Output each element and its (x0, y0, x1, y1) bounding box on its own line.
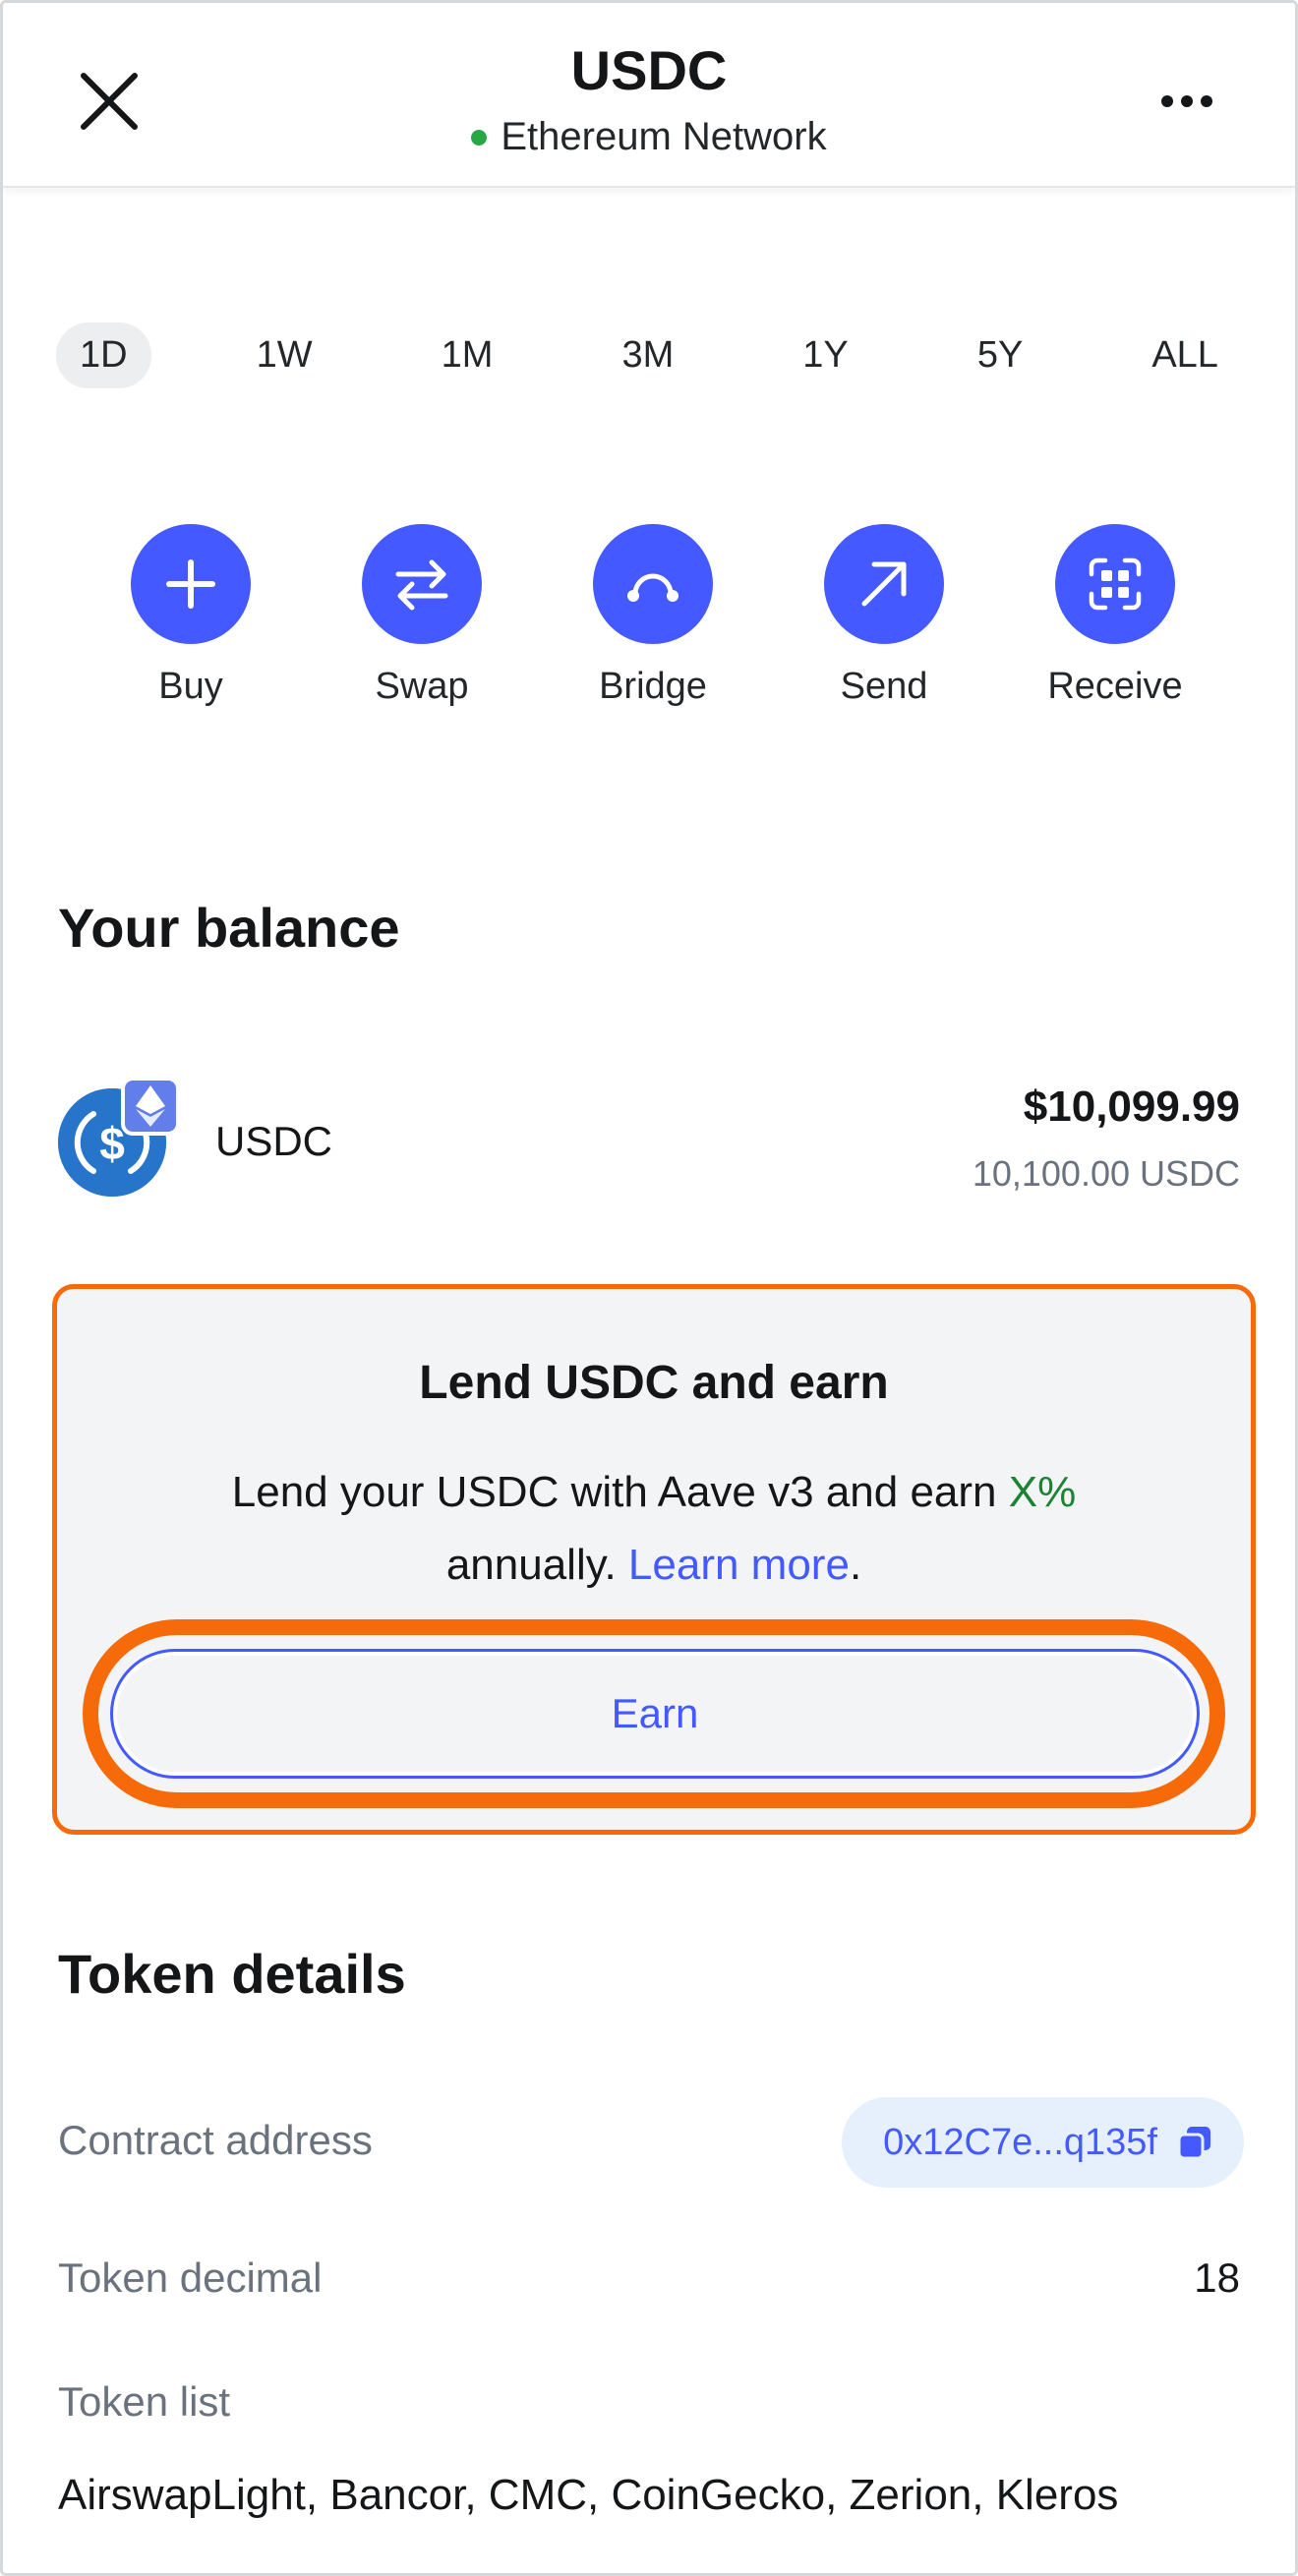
learn-more-link[interactable]: Learn more (628, 1541, 850, 1589)
token-decimal-label: Token decimal (58, 2254, 323, 2301)
token-details-title: Token details (58, 1943, 406, 2005)
contract-address-label: Contract address (58, 2117, 373, 2163)
range-1w[interactable]: 1W (233, 322, 336, 388)
bridge-icon (627, 573, 678, 602)
receive-button[interactable]: Receive (1022, 524, 1209, 708)
qr-code-icon (1089, 557, 1142, 611)
range-5y[interactable]: 5Y (954, 322, 1046, 388)
bridge-circle (593, 524, 713, 644)
contract-address-pill[interactable]: 0x12C7e...q135f (842, 2097, 1244, 2188)
earn-button[interactable]: Earn (110, 1649, 1200, 1779)
page-title: USDC (570, 39, 728, 101)
contract-address-value: 0x12C7e...q135f (883, 2121, 1157, 2163)
time-range-selector: 1D 1W 1M 3M 1Y 5Y ALL (56, 322, 1242, 388)
network-indicator: Ethereum Network (3, 115, 1295, 159)
network-name: Ethereum Network (501, 115, 827, 158)
earn-desc-end: . (849, 1541, 862, 1589)
send-label: Send (840, 666, 928, 707)
swap-label: Swap (375, 666, 469, 707)
swap-arrows-icon (395, 559, 448, 611)
range-1d[interactable]: 1D (56, 322, 151, 388)
action-buttons: Buy Swap Bridge Send Receive (97, 524, 1209, 708)
range-1y[interactable]: 1Y (779, 322, 871, 388)
more-options-button[interactable] (1148, 72, 1226, 131)
header: USDC Ethereum Network (3, 3, 1295, 188)
token-list-label: Token list (58, 2378, 231, 2425)
token-list-value: AirswapLight, Bancor, CMC, CoinGecko, Ze… (58, 2471, 1119, 2519)
receive-circle (1055, 524, 1175, 644)
earn-title: Lend USDC and earn (419, 1357, 889, 1409)
fiat-balance: $10,099.99 (1023, 1083, 1240, 1131)
earn-card: Lend USDC and earn Lend your USDC with A… (52, 1284, 1256, 1835)
buy-label: Buy (158, 666, 223, 707)
bridge-label: Bridge (599, 666, 707, 707)
swap-button[interactable]: Swap (328, 524, 515, 708)
more-dot-icon (1201, 95, 1212, 107)
send-button[interactable]: Send (791, 524, 977, 708)
token-details-screen: USDC Ethereum Network 1D 1W 1M 3M 1Y 5Y … (0, 0, 1298, 2576)
bridge-button[interactable]: Bridge (560, 524, 746, 708)
network-status-dot (471, 129, 488, 146)
balance-section-title: Your balance (58, 897, 400, 959)
buy-circle (131, 524, 251, 644)
swap-circle (362, 524, 482, 644)
range-1m[interactable]: 1M (418, 322, 517, 388)
more-dot-icon (1161, 95, 1173, 107)
send-circle (824, 524, 944, 644)
earn-apr: X% (1008, 1468, 1077, 1516)
range-all[interactable]: ALL (1128, 322, 1242, 388)
earn-desc-middle: annually. (445, 1541, 628, 1589)
earn-desc-text: Lend your USDC with Aave v3 and earn (231, 1468, 1009, 1516)
arrow-up-right-icon (861, 561, 907, 607)
token-decimal-value: 18 (1194, 2254, 1240, 2301)
token-name: USDC (215, 1118, 333, 1164)
buy-button[interactable]: Buy (97, 524, 284, 708)
range-3m[interactable]: 3M (598, 322, 697, 388)
token-balance: 10,100.00 USDC (972, 1153, 1240, 1194)
more-dot-icon (1181, 95, 1193, 107)
copy-icon (1177, 2127, 1210, 2160)
balance-row[interactable]: $ USDC $10,099.99 10,100.00 USDC (58, 1075, 1240, 1212)
earn-description: Lend your USDC with Aave v3 and earn X% … (116, 1456, 1192, 1602)
receive-label: Receive (1047, 666, 1183, 707)
plus-icon (166, 559, 215, 609)
ethereum-badge-icon (121, 1077, 180, 1136)
